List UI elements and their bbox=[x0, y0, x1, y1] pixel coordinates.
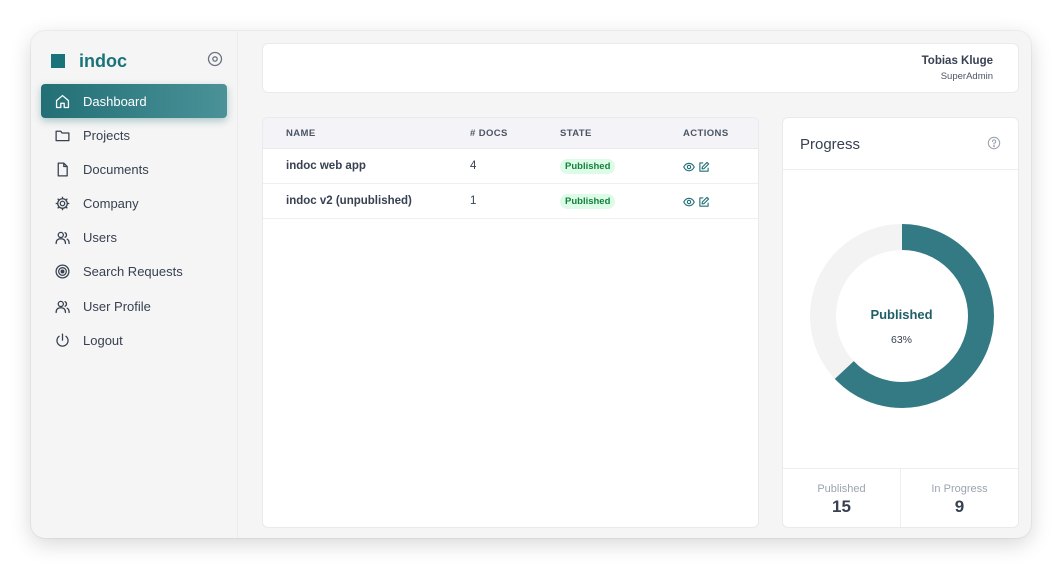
status-badge: Published bbox=[560, 194, 616, 209]
sidebar-item-users[interactable]: Users bbox=[41, 221, 227, 255]
progress-card: Progress Published 63% Published 15 In P… bbox=[782, 117, 1019, 528]
table-row[interactable]: indoc web app 4 Published bbox=[263, 149, 758, 184]
sidebar-item-dashboard[interactable]: Dashboard bbox=[41, 84, 227, 118]
progress-title: Progress bbox=[800, 136, 861, 153]
sidebar-item-documents[interactable]: Documents bbox=[41, 152, 227, 186]
target-icon bbox=[55, 264, 70, 279]
user-name[interactable]: Tobias Kluge bbox=[922, 55, 993, 67]
users-icon bbox=[55, 232, 70, 245]
card-divider bbox=[783, 169, 1018, 170]
brand[interactable]: indoc bbox=[51, 51, 127, 71]
column-header-actions: ACTIONS bbox=[683, 128, 729, 139]
view-icon[interactable] bbox=[683, 195, 695, 207]
stat-label: In Progress bbox=[931, 483, 988, 495]
progress-stats: Published 15 In Progress 9 bbox=[783, 468, 1018, 527]
sidebar-item-user-profile[interactable]: User Profile bbox=[41, 289, 227, 323]
sidebar-item-search-requests[interactable]: Search Requests bbox=[41, 255, 227, 289]
sidebar-nav: Dashboard Projects Documents Company Use… bbox=[41, 84, 227, 358]
stat-value: 15 bbox=[832, 497, 851, 516]
sidebar-item-company[interactable]: Company bbox=[41, 187, 227, 221]
brand-name: indoc bbox=[79, 50, 127, 71]
docs-count: 4 bbox=[470, 160, 477, 172]
project-name[interactable]: indoc v2 (unpublished) bbox=[286, 195, 412, 207]
sidebar: indoc Dashboard Projects Documents Compa… bbox=[31, 31, 238, 538]
top-header: Tobias Kluge SuperAdmin bbox=[262, 43, 1019, 93]
donut-center-value: 63% bbox=[890, 334, 912, 346]
projects-table: NAME # DOCS STATE ACTIONS indoc web app … bbox=[262, 117, 759, 528]
folder-icon bbox=[55, 130, 70, 141]
project-name[interactable]: indoc web app bbox=[286, 160, 366, 172]
sidebar-item-label: Logout bbox=[83, 332, 123, 348]
table-header: NAME # DOCS STATE ACTIONS bbox=[263, 118, 758, 149]
docs-count: 1 bbox=[470, 195, 477, 207]
brand-logo-icon bbox=[51, 54, 65, 68]
status-badge: Published bbox=[560, 159, 616, 174]
donut-center-label: Published bbox=[870, 307, 933, 322]
sidebar-item-projects[interactable]: Projects bbox=[41, 118, 227, 152]
sidebar-item-label: User Profile bbox=[83, 298, 151, 314]
home-icon bbox=[55, 94, 70, 108]
sidebar-item-label: Users bbox=[83, 230, 117, 246]
sidebar-item-label: Documents bbox=[83, 161, 149, 177]
view-icon[interactable] bbox=[683, 160, 695, 172]
sidebar-item-label: Dashboard bbox=[83, 93, 147, 109]
sidebar-item-label: Projects bbox=[83, 127, 130, 143]
table-row[interactable]: indoc v2 (unpublished) 1 Published bbox=[263, 184, 758, 219]
app-window: indoc Dashboard Projects Documents Compa… bbox=[31, 31, 1031, 538]
stat-value: 9 bbox=[954, 497, 965, 516]
stat-published: Published 15 bbox=[783, 469, 900, 527]
gear-icon bbox=[55, 196, 70, 211]
stat-in-progress: In Progress 9 bbox=[900, 469, 1018, 527]
sidebar-item-logout[interactable]: Logout bbox=[41, 323, 227, 357]
stat-label: Published bbox=[817, 483, 866, 495]
sidebar-item-label: Company bbox=[83, 196, 139, 212]
column-header-state[interactable]: STATE bbox=[560, 128, 592, 139]
user-role: SuperAdmin bbox=[940, 71, 993, 82]
column-header-docs[interactable]: # DOCS bbox=[470, 128, 508, 139]
power-icon bbox=[56, 333, 69, 347]
users-icon bbox=[55, 300, 70, 313]
sidebar-item-label: Search Requests bbox=[83, 264, 183, 280]
edit-icon[interactable] bbox=[698, 160, 710, 172]
sidebar-toggle-icon[interactable] bbox=[207, 51, 223, 67]
edit-icon[interactable] bbox=[698, 195, 710, 207]
document-icon bbox=[57, 162, 68, 177]
help-icon[interactable] bbox=[987, 136, 1001, 150]
column-header-name[interactable]: NAME bbox=[286, 128, 316, 139]
